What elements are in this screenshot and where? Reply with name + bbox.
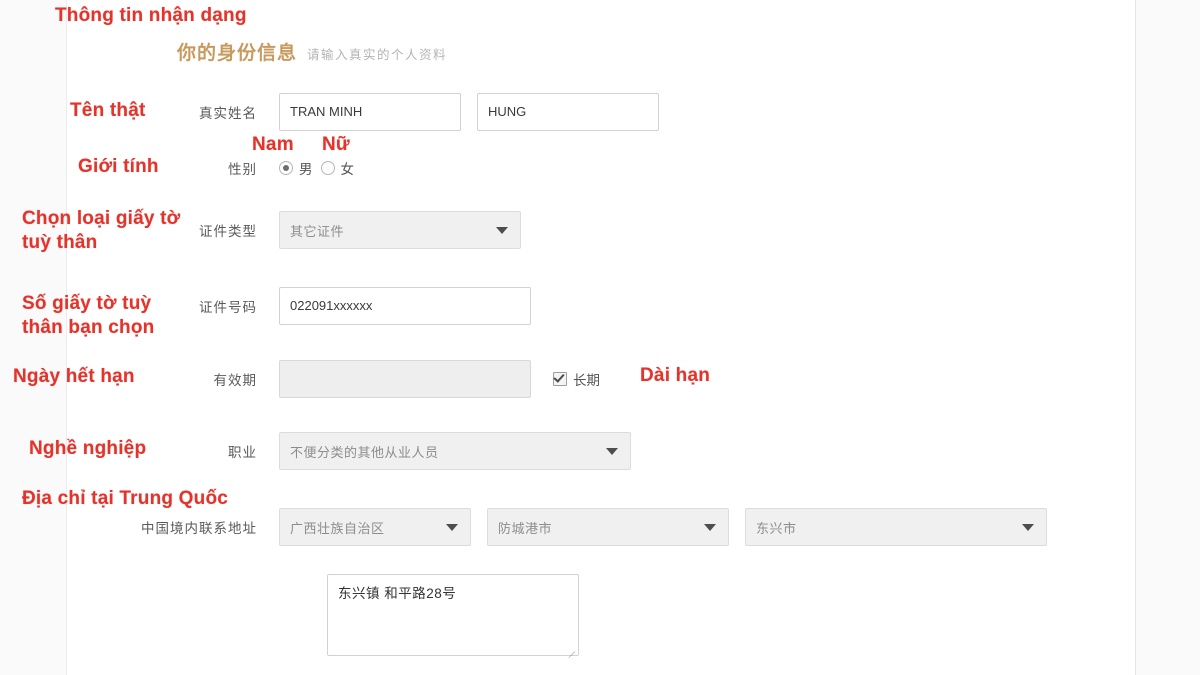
annotation-validity: Ngày hết hạn [13, 366, 135, 387]
checkbox-checked-icon[interactable] [553, 372, 567, 386]
chevron-down-icon[interactable] [704, 524, 716, 531]
annotation-address: Địa chỉ tại Trung Quốc [22, 488, 229, 509]
real-name-row: 真实姓名 TRAN MINH HUNG [165, 93, 659, 131]
gender-row: 性别 男 女 [165, 158, 354, 178]
page-gutter-right [1136, 0, 1200, 675]
occupation-select-value: 不便分类的其他从业人员 [290, 444, 439, 460]
annotation-gender: Giới tính [78, 156, 159, 177]
chevron-down-icon[interactable] [1022, 524, 1034, 531]
address-city-select[interactable]: 防城港市 [487, 508, 729, 546]
annotation-id-number: Số giấy tờ tuỳ thân bạn chọn [22, 293, 155, 338]
address-city-value: 防城港市 [498, 520, 553, 536]
panel-border-right [1135, 0, 1136, 675]
annotation-occupation: Nghề nghiệp [29, 438, 147, 459]
identity-form-panel: 你的身份信息 请输入真实的个人资料 真实姓名 TRAN MINH HUNG 性别… [67, 0, 1135, 675]
annotation-long-term: Dài hạn [640, 365, 711, 386]
real-name-label: 真实姓名 [199, 106, 257, 121]
address-detail-textarea[interactable]: 东兴镇 和平路28号 [327, 574, 579, 659]
occupation-select[interactable]: 不便分类的其他从业人员 [279, 432, 631, 470]
address-province-select[interactable]: 广西壮族自治区 [279, 508, 471, 546]
gender-option-female-label: 女 [340, 162, 355, 177]
chevron-down-icon[interactable] [496, 227, 508, 234]
address-detail-value: 东兴镇 和平路28号 [338, 586, 457, 601]
chevron-down-icon[interactable] [446, 524, 458, 531]
validity-label: 有效期 [213, 373, 257, 388]
id-type-select[interactable]: 其它证件 [279, 211, 521, 249]
last-name-input[interactable]: HUNG [477, 93, 659, 131]
address-province-value: 广西壮族自治区 [290, 520, 385, 536]
radio-unselected-icon[interactable] [320, 161, 335, 175]
annotation-gender-male: Nam [252, 134, 294, 155]
id-number-label: 证件号码 [199, 300, 257, 315]
screenshot-root: 你的身份信息 请输入真实的个人资料 真实姓名 TRAN MINH HUNG 性别… [0, 0, 1200, 675]
validity-row: 有效期 长期 [165, 360, 600, 398]
radio-selected-icon[interactable] [279, 161, 293, 175]
address-district-select[interactable]: 东兴市 [745, 508, 1047, 546]
long-term-checkbox[interactable]: 长期 [553, 369, 600, 389]
address-row: 中国境内联系地址 广西壮族自治区 防城港市 东兴市 [90, 508, 1047, 546]
address-label: 中国境内联系地址 [141, 521, 257, 536]
validity-input[interactable] [279, 360, 531, 398]
id-type-select-value: 其它证件 [290, 223, 345, 239]
gender-option-male-label: 男 [299, 162, 313, 177]
first-name-input[interactable]: TRAN MINH [279, 93, 461, 131]
form-heading-title: 你的身份信息 [177, 43, 298, 64]
resize-grip-icon[interactable] [565, 642, 576, 659]
annotation-gender-female: Nữ [322, 134, 350, 155]
id-number-input[interactable]: 022091xxxxxx [279, 287, 531, 325]
form-heading-subtitle: 请输入真实的个人资料 [307, 48, 448, 62]
occupation-label: 职业 [228, 445, 257, 460]
address-detail-wrapper: 东兴镇 和平路28号 [327, 574, 579, 659]
id-number-row: 证件号码 022091xxxxxx [165, 287, 531, 325]
chevron-down-icon[interactable] [606, 448, 618, 455]
annotation-real-name: Tên thật [70, 100, 146, 121]
gender-radio-female[interactable]: 女 [320, 158, 355, 178]
address-district-value: 东兴市 [756, 520, 797, 536]
id-type-row: 证件类型 其它证件 [165, 211, 521, 249]
annotation-section-title: Thông tin nhận dạng [55, 5, 247, 26]
long-term-label: 长期 [573, 373, 600, 388]
form-heading: 你的身份信息 请输入真实的个人资料 [177, 38, 447, 65]
annotation-id-type: Chọn loại giấy tờ tuỳ thân [22, 208, 181, 253]
gender-label: 性别 [228, 162, 257, 177]
gender-radio-male[interactable]: 男 [279, 158, 313, 178]
occupation-row: 职业 不便分类的其他从业人员 [165, 432, 631, 470]
